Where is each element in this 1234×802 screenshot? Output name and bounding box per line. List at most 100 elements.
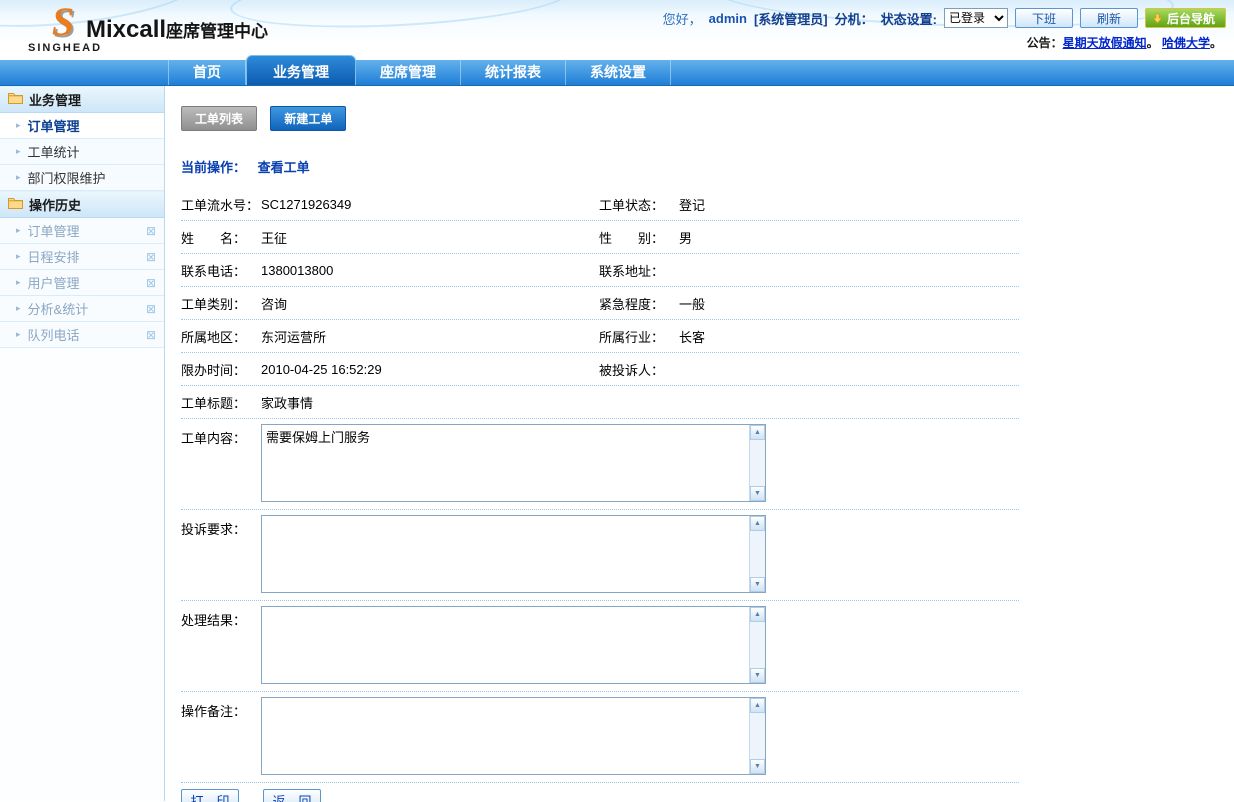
operation-note-textarea[interactable] bbox=[262, 698, 748, 774]
notice-separator: 。 bbox=[1210, 36, 1222, 50]
greeting-text: 您好， bbox=[663, 9, 702, 28]
scrollbar-up-icon[interactable] bbox=[750, 425, 765, 440]
scrollbar-down-icon[interactable] bbox=[750, 668, 765, 683]
scrollbar-down-icon[interactable] bbox=[750, 577, 765, 592]
window-icon bbox=[146, 276, 156, 290]
user-status-line: 您好， admin [系统管理员] 分机： 状态设置: 已登录 下班 刷新 后台… bbox=[663, 7, 1226, 29]
form-row: 工单流水号： SC1271926349 工单状态： 登记 bbox=[181, 188, 1019, 221]
nav-item-home[interactable]: 首页 bbox=[168, 59, 246, 85]
textarea-scrollbar[interactable] bbox=[749, 607, 765, 683]
print-button[interactable]: 打 印 bbox=[181, 789, 239, 802]
sidebar-item-label: 工单统计 bbox=[28, 142, 80, 161]
form-cell: 工单流水号： SC1271926349 bbox=[181, 195, 599, 214]
status-select[interactable]: 已登录 bbox=[944, 8, 1008, 28]
notice-link-holiday[interactable]: 星期天放假通知 bbox=[1063, 36, 1147, 50]
process-result-textarea[interactable] bbox=[262, 607, 748, 683]
back-button[interactable]: 返 回 bbox=[263, 789, 321, 802]
textarea-frame bbox=[261, 515, 766, 593]
field-label: 姓 名： bbox=[181, 228, 261, 247]
nav-item-report[interactable]: 统计报表 bbox=[461, 59, 566, 85]
window-icon bbox=[146, 250, 156, 264]
form-row-title: 工单标题： 家政事情 bbox=[181, 386, 1019, 419]
scrollbar-down-icon[interactable] bbox=[750, 486, 765, 501]
nav-item-business[interactable]: 业务管理 bbox=[246, 55, 356, 85]
scrollbar-up-icon[interactable] bbox=[750, 516, 765, 531]
arrow-icon bbox=[16, 120, 21, 131]
new-ticket-button[interactable]: 新建工单 bbox=[270, 106, 346, 131]
sidebar-item-analysis-stats[interactable]: 分析&统计 bbox=[0, 296, 164, 322]
arrow-icon bbox=[16, 172, 21, 183]
form-cell: 工单类别： 咨询 bbox=[181, 294, 599, 313]
textarea-scrollbar[interactable] bbox=[749, 516, 765, 592]
header-decoration bbox=[229, 0, 571, 35]
sidebar-section-business: 业务管理 bbox=[0, 86, 164, 113]
app-title-rest: 座席管理中心 bbox=[166, 22, 268, 41]
notice-label: 公告： bbox=[1027, 36, 1063, 50]
off-duty-button[interactable]: 下班 bbox=[1015, 8, 1073, 28]
scrollbar-up-icon[interactable] bbox=[750, 698, 765, 713]
field-label: 工单类别： bbox=[181, 294, 261, 313]
form-cell: 所属行业： 长客 bbox=[599, 327, 1019, 346]
scrollbar-up-icon[interactable] bbox=[750, 607, 765, 622]
current-operation-label: 当前操作： bbox=[181, 160, 246, 175]
field-value: 1380013800 bbox=[261, 263, 333, 278]
form-row: 限办时间： 2010-04-25 16:52:29 被投诉人： bbox=[181, 353, 1019, 386]
textarea-scrollbar[interactable] bbox=[749, 698, 765, 774]
backstage-nav-button[interactable]: 后台导航 bbox=[1145, 8, 1226, 28]
breadcrumb: 当前操作： 查看工单 bbox=[181, 157, 1218, 176]
backstage-nav-label: 后台导航 bbox=[1167, 10, 1215, 27]
sidebar-item-label: 分析&统计 bbox=[28, 299, 89, 318]
notice-link-harvard[interactable]: 哈佛大学 bbox=[1162, 36, 1210, 50]
form-cell: 被投诉人： bbox=[599, 360, 1019, 379]
field-label: 工单标题： bbox=[181, 393, 261, 412]
form-row-result: 处理结果： bbox=[181, 601, 1019, 692]
field-label: 工单内容： bbox=[181, 424, 261, 447]
field-value: 登记 bbox=[679, 195, 705, 214]
sidebar-item-order-mgmt[interactable]: 订单管理 bbox=[0, 113, 164, 139]
field-label: 操作备注： bbox=[181, 697, 261, 720]
field-label: 处理结果： bbox=[181, 606, 261, 629]
form-row: 所属地区： 东河运营所 所属行业： 长客 bbox=[181, 320, 1019, 353]
sidebar-item-label: 用户管理 bbox=[28, 273, 80, 292]
form-cell: 所属地区： 东河运营所 bbox=[181, 327, 599, 346]
field-label: 被投诉人： bbox=[599, 360, 679, 379]
sidebar-section-history: 操作历史 bbox=[0, 191, 164, 218]
bottom-buttons: 打 印 返 回 bbox=[181, 789, 1019, 802]
arrow-icon bbox=[16, 251, 21, 262]
sidebar-item-order-mgmt-history[interactable]: 订单管理 bbox=[0, 218, 164, 244]
field-label: 所属地区： bbox=[181, 327, 261, 346]
field-label: 工单状态： bbox=[599, 195, 679, 214]
work-order-content-textarea[interactable]: 需要保姆上门服务 bbox=[262, 425, 748, 501]
refresh-button[interactable]: 刷新 bbox=[1080, 8, 1138, 28]
nav-item-settings[interactable]: 系统设置 bbox=[566, 59, 671, 85]
arrow-icon bbox=[16, 303, 21, 314]
sidebar: 业务管理 订单管理 工单统计 部门权限维护 操作历史 订单管理 日程安排 bbox=[0, 86, 165, 801]
sidebar-item-schedule[interactable]: 日程安排 bbox=[0, 244, 164, 270]
form-cell: 工单状态： 登记 bbox=[599, 195, 1019, 214]
sidebar-item-user-mgmt[interactable]: 用户管理 bbox=[0, 270, 164, 296]
down-arrow-icon bbox=[1152, 13, 1163, 24]
nav-item-seat[interactable]: 座席管理 bbox=[356, 59, 461, 85]
field-value: 东河运营所 bbox=[261, 327, 326, 346]
sidebar-item-queue-calls[interactable]: 队列电话 bbox=[0, 322, 164, 348]
ticket-list-button[interactable]: 工单列表 bbox=[181, 106, 257, 131]
username: admin bbox=[709, 11, 747, 26]
field-label: 联系电话： bbox=[181, 261, 261, 280]
form-row-content: 工单内容： 需要保姆上门服务 bbox=[181, 419, 1019, 510]
field-label: 联系地址： bbox=[599, 261, 679, 280]
window-icon bbox=[146, 224, 156, 238]
header-user-area: 您好， admin [系统管理员] 分机： 状态设置: 已登录 下班 刷新 后台… bbox=[663, 7, 1226, 51]
ticket-form: 工单流水号： SC1271926349 工单状态： 登记 姓 名： 王征 性 别… bbox=[181, 188, 1019, 802]
form-cell: 紧急程度： 一般 bbox=[599, 294, 1019, 313]
textarea-scrollbar[interactable] bbox=[749, 425, 765, 501]
sidebar-item-dept-permission[interactable]: 部门权限维护 bbox=[0, 165, 164, 191]
sidebar-item-ticket-stats[interactable]: 工单统计 bbox=[0, 139, 164, 165]
field-value: 家政事情 bbox=[261, 393, 313, 412]
complaint-request-textarea[interactable] bbox=[262, 516, 748, 592]
field-value: 长客 bbox=[679, 327, 705, 346]
field-label: 限办时间： bbox=[181, 360, 261, 379]
scrollbar-down-icon[interactable] bbox=[750, 759, 765, 774]
form-row: 联系电话： 1380013800 联系地址： bbox=[181, 254, 1019, 287]
textarea-frame: 需要保姆上门服务 bbox=[261, 424, 766, 502]
sidebar-item-label: 订单管理 bbox=[28, 116, 80, 135]
